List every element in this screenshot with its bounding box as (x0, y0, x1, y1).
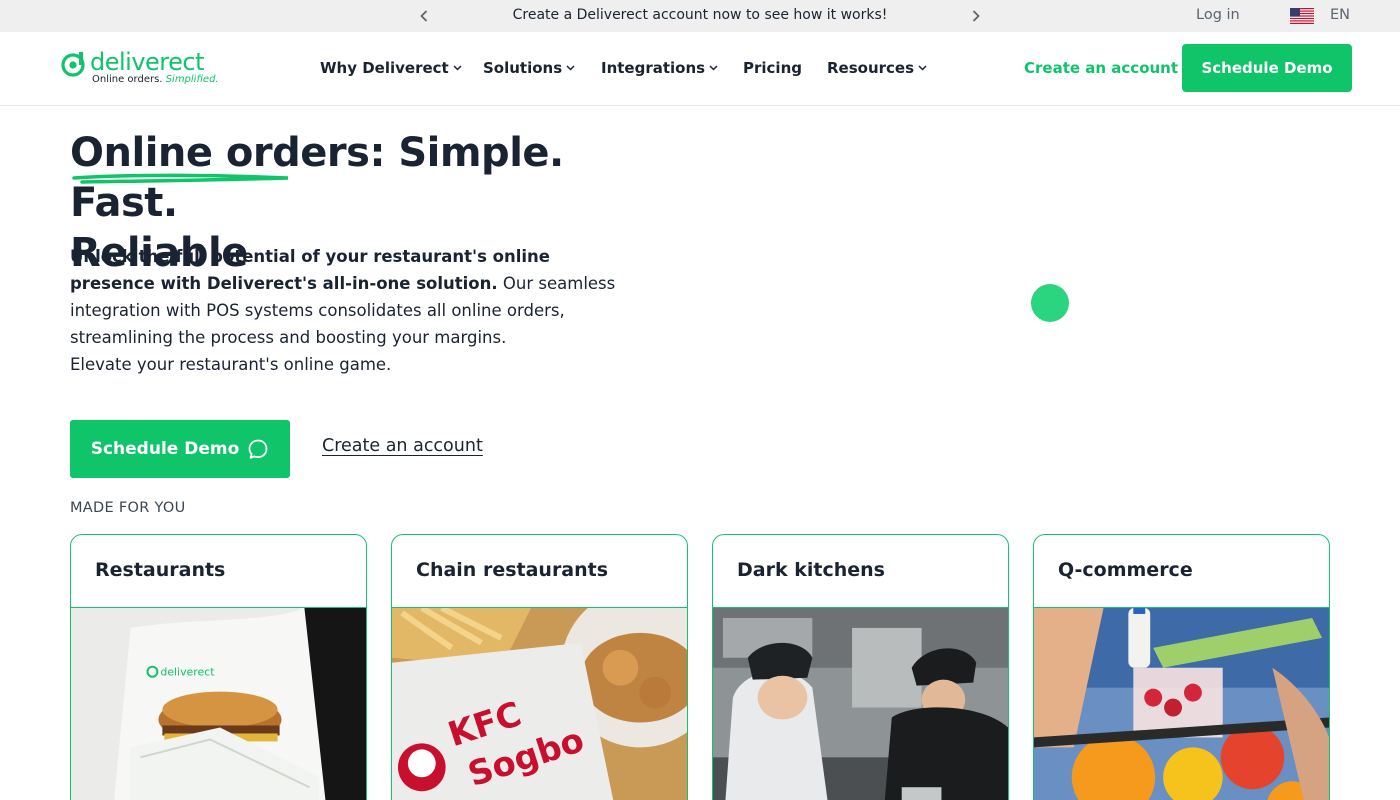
card-image-chain-restaurants: KFC Sogbo (392, 607, 687, 800)
loading-indicator (1031, 284, 1069, 322)
nav-label: Why Deliverect (320, 59, 449, 77)
logo-tagline-text: Online orders. (92, 74, 163, 85)
card-chain-restaurants[interactable]: Chain restaurants KFC Sogbo (391, 534, 688, 800)
hero-schedule-demo-label: Schedule Demo (90, 439, 240, 459)
us-flag-icon[interactable] (1290, 8, 1314, 24)
chevron-down-icon (566, 65, 575, 71)
hero-description-tagline: Elevate your restaurant's online game. (70, 355, 392, 374)
nav-pricing[interactable]: Pricing (743, 59, 802, 77)
nav-label: Integrations (601, 59, 706, 77)
hero-create-account-link[interactable]: Create an account (322, 436, 483, 456)
nav-resources[interactable]: Resources (827, 59, 927, 77)
login-link[interactable]: Log in (1196, 7, 1240, 23)
deliverect-logo[interactable]: deliverect Online orders. Simplified. (60, 48, 219, 90)
hero-description-bold: Unlock the full potential of your restau… (70, 247, 550, 293)
title-underline-decoration (72, 173, 289, 184)
deliverect-logo-icon (61, 52, 85, 77)
card-image-q-commerce (1034, 607, 1329, 800)
hero-schedule-demo-button[interactable]: Schedule Demo (70, 420, 290, 478)
card-title: Q-commerce (1058, 559, 1193, 581)
logo-tagline-accent: Simplified. (165, 74, 219, 85)
nav-label: Solutions (483, 59, 563, 77)
nav-label: Resources (827, 59, 915, 77)
header-schedule-demo-button[interactable]: Schedule Demo (1182, 44, 1352, 92)
header-create-account-link[interactable]: Create an account (1024, 59, 1178, 77)
hero-description: Unlock the full potential of your restau… (70, 243, 630, 378)
card-image-dark-kitchens (713, 607, 1008, 800)
card-restaurants[interactable]: Restaurants deliverect (70, 534, 367, 800)
language-selector[interactable]: EN (1330, 7, 1350, 23)
svg-text:deliverect: deliverect (160, 666, 215, 679)
card-dark-kitchens[interactable]: Dark kitchens (712, 534, 1009, 800)
nav-why-deliverect[interactable]: Why Deliverect (320, 59, 462, 77)
announcement-text[interactable]: Create a Deliverect account now to see h… (440, 7, 960, 23)
logo-tagline: Online orders. Simplified. (92, 74, 219, 85)
logo-wordmark: deliverect (90, 48, 205, 76)
nav-solutions[interactable]: Solutions (483, 59, 575, 77)
chevron-right-icon[interactable] (968, 8, 984, 24)
nav-integrations[interactable]: Integrations (601, 59, 718, 77)
card-title: Restaurants (95, 559, 226, 581)
chevron-down-icon (918, 65, 927, 71)
chevron-down-icon (709, 65, 718, 71)
announcement-bar: Create a Deliverect account now to see h… (0, 0, 1400, 32)
chat-bubble-icon (248, 439, 268, 459)
chevron-left-icon[interactable] (416, 8, 432, 24)
card-title: Chain restaurants (416, 559, 609, 581)
main-header: deliverect Online orders. Simplified. Wh… (0, 32, 1400, 106)
card-title: Dark kitchens (737, 559, 885, 581)
card-q-commerce[interactable]: Q-commerce (1033, 534, 1330, 800)
made-for-heading: MADE FOR YOU (70, 500, 186, 516)
card-image-restaurants: deliverect (71, 607, 366, 800)
nav-label: Pricing (743, 59, 802, 77)
chevron-down-icon (453, 65, 462, 71)
